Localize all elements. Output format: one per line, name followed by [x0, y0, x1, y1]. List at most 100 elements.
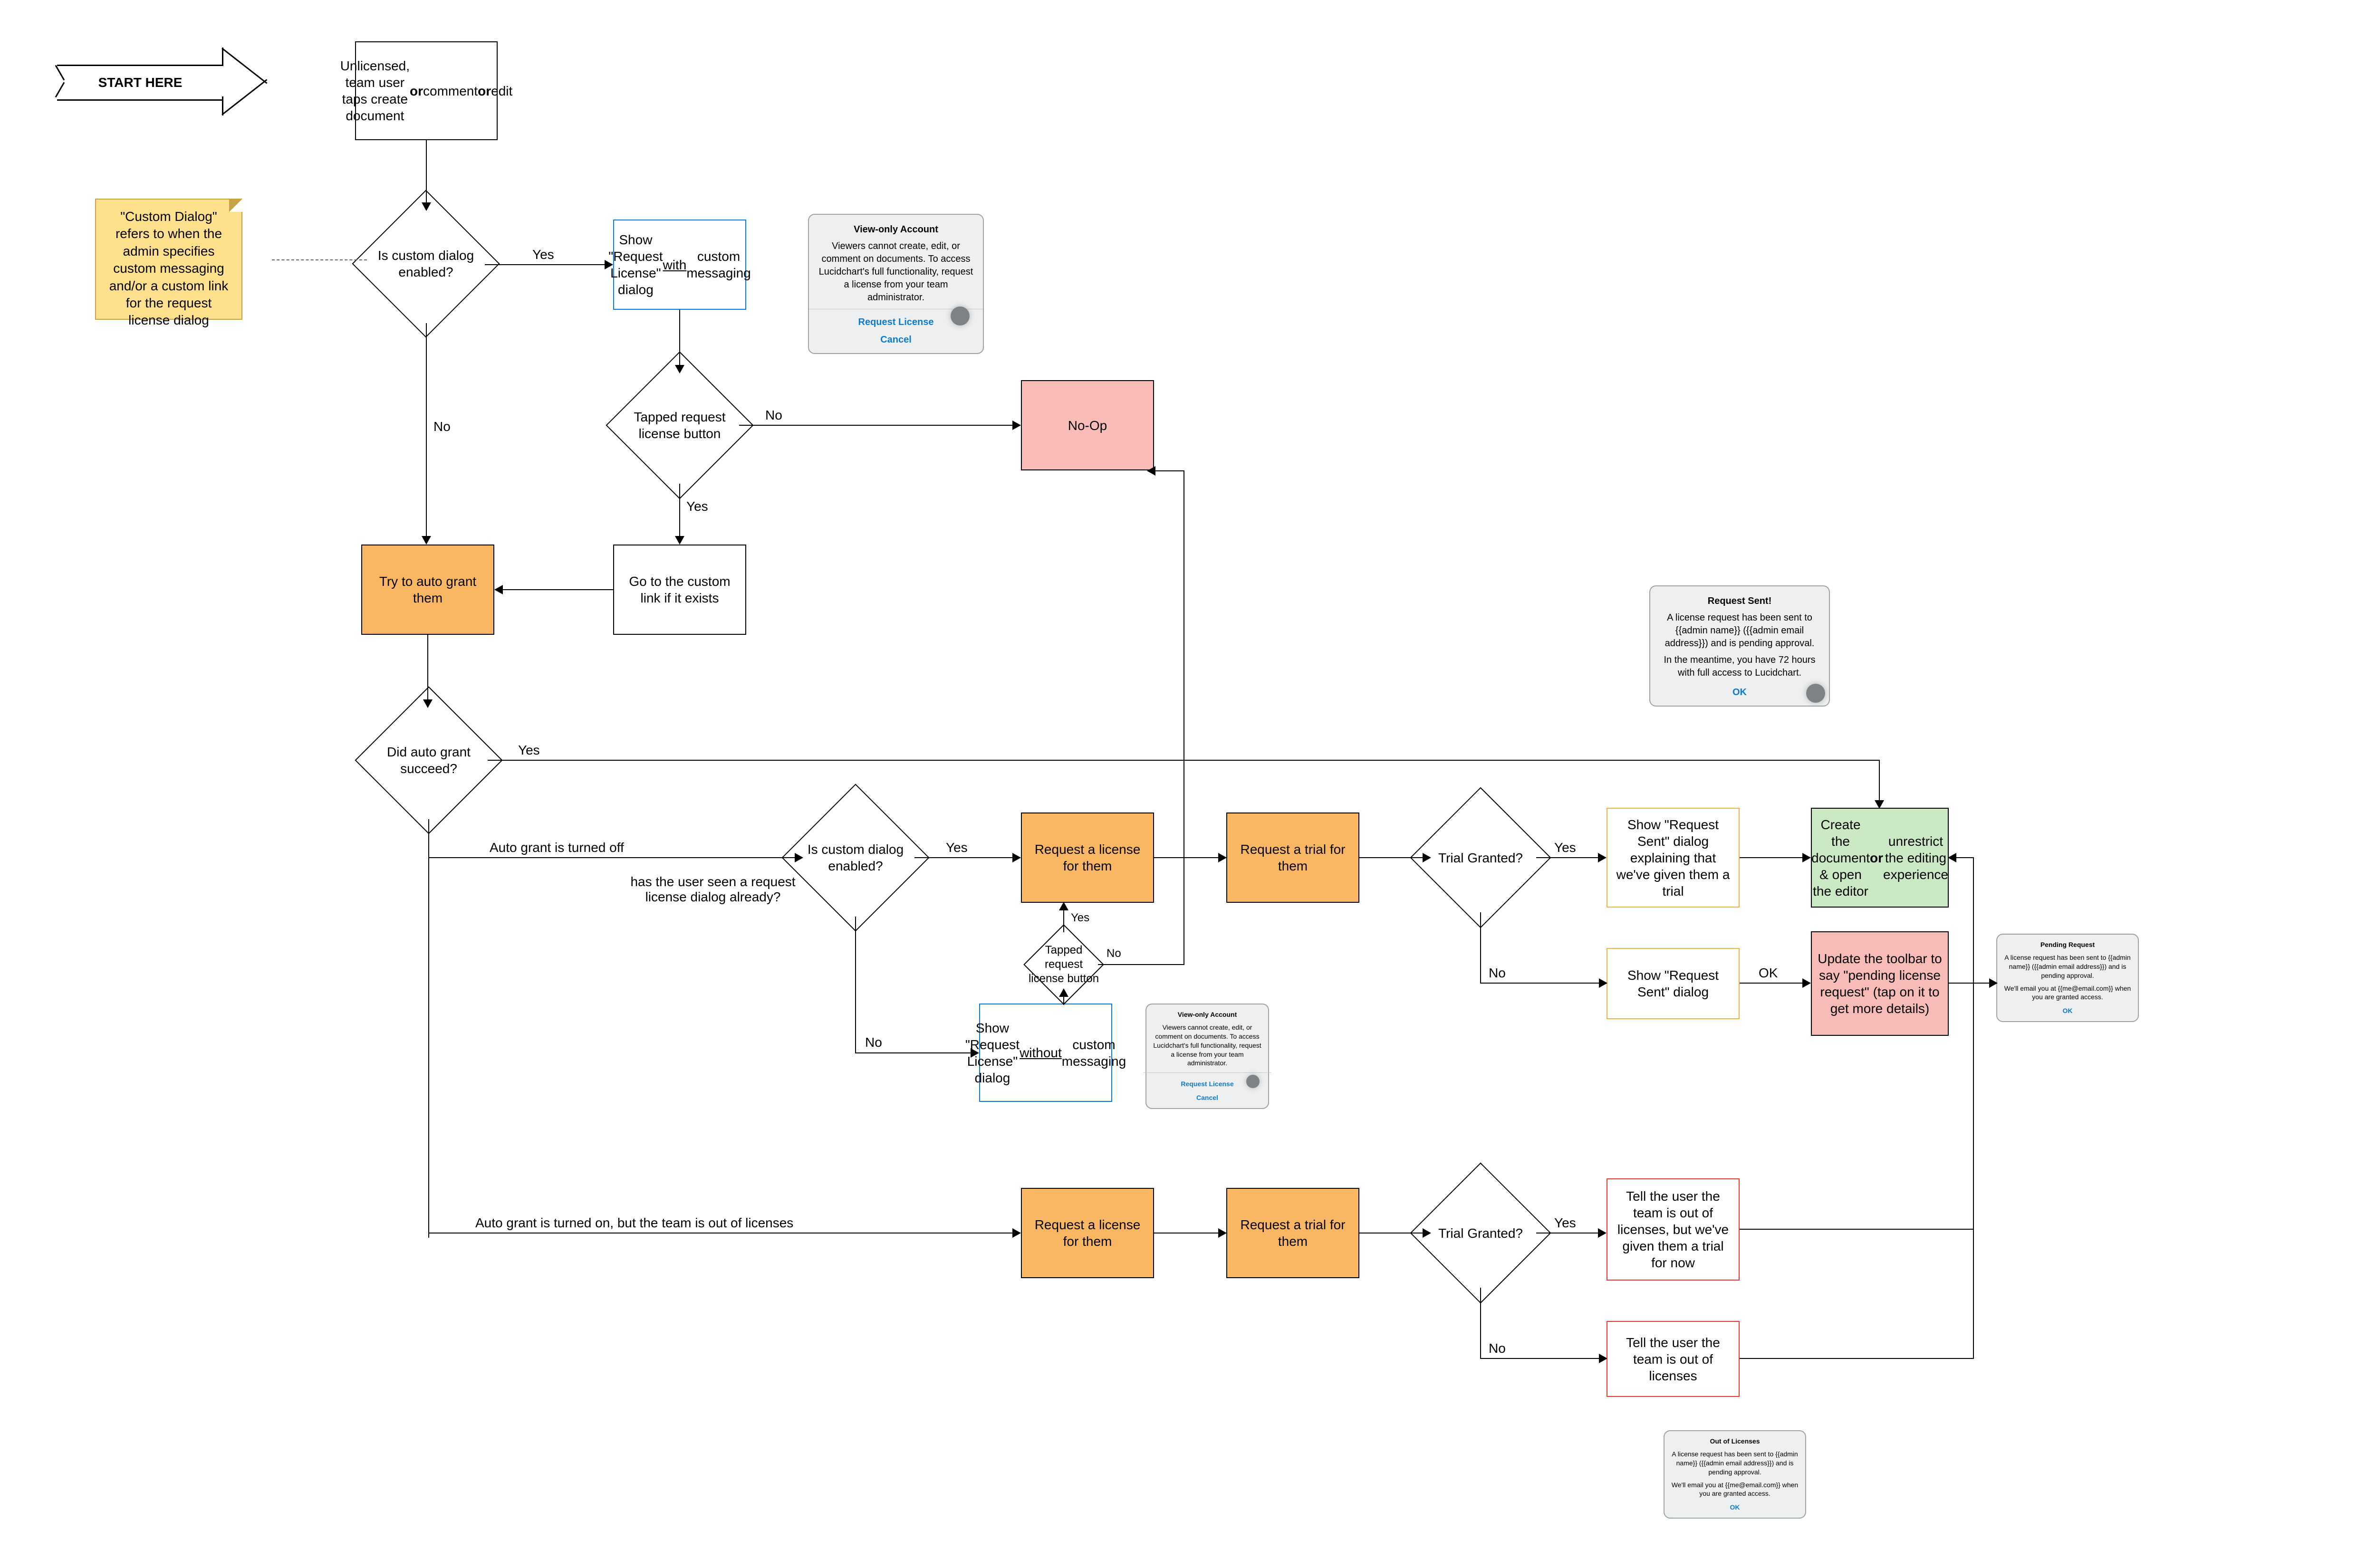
- dialog-ok-link[interactable]: OK: [2063, 1007, 2073, 1014]
- connector: [739, 425, 1015, 426]
- connector: [1063, 995, 1064, 1005]
- pointer-dot-icon: [951, 306, 970, 325]
- node-request-sent-trial: Show "Request Sent" dialog explaining th…: [1607, 808, 1740, 908]
- connector: [1480, 1358, 1601, 1359]
- connector: [1740, 1358, 1974, 1359]
- edge-label-yes: Yes: [1554, 1215, 1576, 1231]
- dialog-title: View-only Account: [1152, 1010, 1262, 1019]
- node-goto-custom-link: Go to the custom link if it exists: [613, 545, 746, 635]
- decision-trial-granted-b: Trial Granted?: [1431, 1183, 1530, 1283]
- connector: [1955, 857, 1974, 858]
- arrowhead-icon: [1423, 853, 1431, 862]
- edge-label-has-seen: has the user seen a request license dial…: [613, 874, 813, 905]
- note-fold-icon: [229, 199, 242, 212]
- arrowhead-icon: [1218, 853, 1227, 862]
- dialog-title: Request Sent!: [1659, 595, 1820, 608]
- connector: [1949, 983, 1992, 984]
- arrowhead-icon: [494, 585, 503, 594]
- dialog-request-license-link[interactable]: Request License: [1181, 1080, 1233, 1089]
- pointer-dot-icon: [1246, 1075, 1260, 1088]
- dialog-request-license-link[interactable]: Request License: [858, 316, 934, 329]
- dialog-cancel-link[interactable]: Cancel: [880, 334, 912, 346]
- connector: [426, 140, 427, 204]
- connector: [427, 635, 428, 701]
- arrowhead-icon: [1989, 978, 1998, 988]
- dialog-body: A license request has been sent to {{adm…: [2003, 953, 2132, 980]
- decision-text: Did auto grant succeed?: [361, 744, 497, 777]
- edge-label-yes: Yes: [532, 247, 554, 262]
- dialog-title: View-only Account: [818, 223, 974, 236]
- edge-label-no: No: [1489, 1341, 1506, 1356]
- decision-trial-granted-a: Trial Granted?: [1431, 808, 1530, 908]
- connector: [1480, 983, 1601, 984]
- arrowhead-icon: [1875, 800, 1884, 809]
- dialog-body: A license request has been sent to {{adm…: [1670, 1450, 1799, 1477]
- edge-label-ok: OK: [1759, 966, 1778, 981]
- connector: [426, 323, 427, 538]
- dialog-body: We'll email you at {{me@email.com}} when…: [1670, 1481, 1799, 1499]
- dialog-cancel-link[interactable]: Cancel: [1196, 1093, 1218, 1102]
- dialog-body: We'll email you at {{me@email.com}} when…: [2003, 984, 2132, 1002]
- connector: [1359, 857, 1425, 858]
- connector: [855, 1052, 973, 1053]
- arrowhead-icon: [675, 365, 684, 373]
- node-create-document: Create the document & open the editor or…: [1811, 808, 1949, 908]
- node-request-sent: Show "Request Sent" dialog: [1607, 948, 1740, 1019]
- node-out-of-licenses-trial: Tell the user the team is out of license…: [1607, 1178, 1740, 1281]
- arrowhead-icon: [1599, 1354, 1607, 1363]
- connector: [679, 484, 680, 538]
- pointer-dot-icon: [1806, 684, 1825, 703]
- edge-label-yes: Yes: [946, 840, 968, 855]
- arrowhead-icon: [1599, 978, 1607, 988]
- edge-label-auto-off: Auto grant is turned off: [490, 840, 624, 855]
- edge-label-no: No: [765, 408, 782, 423]
- decision-text: Is custom dialog enabled?: [358, 247, 494, 280]
- arrowhead-icon: [1218, 1228, 1227, 1238]
- arrowhead-icon: [1598, 853, 1607, 862]
- connector: [485, 264, 606, 265]
- arrowhead-icon: [1012, 853, 1021, 862]
- dialog-ok-link[interactable]: OK: [1730, 1503, 1740, 1511]
- connector-dashed: [272, 259, 367, 261]
- decision-text: Is custom dialog enabled?: [788, 841, 924, 874]
- connector: [1154, 857, 1221, 858]
- decision-text: Tapped request license button: [1027, 943, 1101, 986]
- arrowhead-icon: [1598, 1228, 1607, 1238]
- arrowhead-icon: [1012, 421, 1021, 430]
- arrowhead-icon: [675, 536, 684, 545]
- node-try-auto-grant: Try to auto grant them: [361, 545, 494, 635]
- dialog-request-sent: Request Sent! A license request has been…: [1649, 585, 1830, 707]
- node-out-of-licenses: Tell the user the team is out of license…: [1607, 1321, 1740, 1397]
- arrowhead-icon: [1059, 988, 1068, 997]
- decision-auto-grant-succeed: Did auto grant succeed?: [376, 708, 481, 813]
- arrowhead-icon: [795, 853, 803, 862]
- node-request-license-b: Request a license for them: [1021, 1188, 1154, 1278]
- dialog-title: Out of Licenses: [1670, 1437, 1799, 1446]
- node-show-request-without: Show "Request License" dialog without cu…: [979, 1004, 1112, 1102]
- node-start: Unlicensed, team user taps create docume…: [355, 41, 498, 140]
- edge-label-no: No: [865, 1035, 882, 1050]
- connector: [1879, 760, 1880, 803]
- connector: [1480, 1288, 1481, 1359]
- arrowhead-icon: [1802, 853, 1811, 862]
- arrowhead-icon: [1948, 853, 1956, 862]
- connector: [1740, 983, 1804, 984]
- dialog-body: Viewers cannot create, edit, or comment …: [1152, 1023, 1262, 1068]
- dialog-body: In the meantime, you have 72 hours with …: [1659, 654, 1820, 679]
- decision-custom-dialog-1: Is custom dialog enabled?: [374, 211, 478, 316]
- edge-label-yes: Yes: [1071, 911, 1089, 925]
- dialog-view-only-2: View-only Account Viewers cannot create,…: [1145, 1004, 1269, 1109]
- arrowhead-icon: [422, 202, 431, 211]
- connector: [501, 589, 613, 590]
- sticky-note-text: "Custom Dialog" refers to when the admin…: [109, 209, 229, 327]
- node-request-license-a: Request a license for them: [1021, 813, 1154, 903]
- edge-label-yes: Yes: [1554, 840, 1576, 855]
- dialog-ok-link[interactable]: OK: [1659, 686, 1820, 699]
- start-label: START HERE: [57, 65, 223, 101]
- arrowhead-icon: [422, 536, 431, 545]
- edge-label-no: No: [433, 419, 451, 434]
- connector: [428, 819, 429, 1238]
- decision-text: Trial Granted?: [1416, 1225, 1546, 1242]
- decision-tapped-request-2: Tapped request license button: [1035, 936, 1092, 993]
- decision-text: Trial Granted?: [1416, 850, 1546, 866]
